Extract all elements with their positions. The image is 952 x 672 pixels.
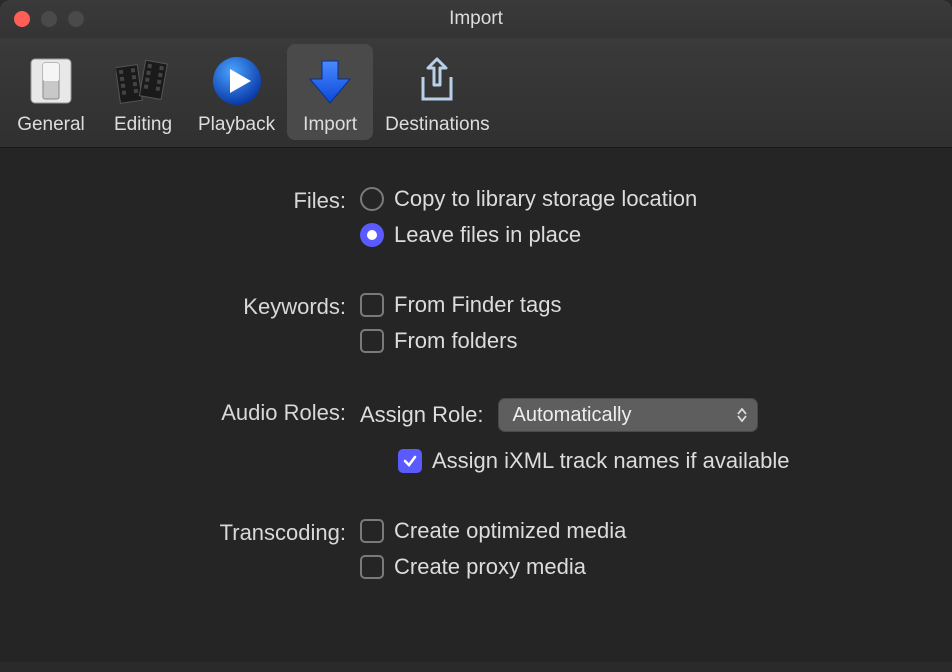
audio-roles-section: Audio Roles: Assign Role: Automatically …	[40, 398, 912, 474]
files-section: Files: Copy to library storage location …	[40, 186, 912, 248]
checkbox-assign-ixml[interactable]: Assign iXML track names if available	[398, 448, 789, 474]
switch-icon	[20, 50, 82, 112]
window-title: Import	[449, 8, 503, 30]
filmstrip-icon	[112, 50, 174, 112]
checkbox-from-finder-tags[interactable]: From Finder tags	[360, 292, 562, 318]
checkbox-icon	[360, 519, 384, 543]
option-label: Create proxy media	[394, 554, 586, 580]
import-settings-pane: Files: Copy to library storage location …	[0, 148, 952, 662]
tab-label: Playback	[198, 114, 275, 136]
assign-role-label: Assign Role:	[360, 402, 484, 428]
radio-leave-in-place[interactable]: Leave files in place	[360, 222, 697, 248]
checkbox-from-folders[interactable]: From folders	[360, 328, 562, 354]
chevron-up-down-icon	[737, 408, 747, 422]
checkbox-icon	[360, 329, 384, 353]
option-label: From folders	[394, 328, 517, 354]
checkbox-icon	[398, 449, 422, 473]
tab-destinations[interactable]: Destinations	[379, 44, 496, 140]
select-value: Automatically	[513, 404, 632, 427]
close-window-button[interactable]	[14, 11, 30, 27]
titlebar: Import	[0, 0, 952, 38]
audio-roles-label: Audio Roles:	[40, 398, 360, 426]
tab-label: Editing	[114, 114, 172, 136]
checkbox-icon	[360, 555, 384, 579]
keywords-label: Keywords:	[40, 292, 360, 320]
traffic-lights	[14, 11, 84, 27]
option-label: Create optimized media	[394, 518, 626, 544]
files-label: Files:	[40, 186, 360, 214]
checkbox-create-optimized[interactable]: Create optimized media	[360, 518, 626, 544]
transcoding-label: Transcoding:	[40, 518, 360, 546]
tab-label: Destinations	[385, 114, 490, 136]
import-arrow-icon	[299, 50, 361, 112]
share-icon	[406, 50, 468, 112]
transcoding-section: Transcoding: Create optimized media Crea…	[40, 518, 912, 580]
option-label: Leave files in place	[394, 222, 581, 248]
option-label: From Finder tags	[394, 292, 562, 318]
option-label: Copy to library storage location	[394, 186, 697, 212]
preferences-toolbar: General Editing	[0, 38, 952, 148]
play-icon	[206, 50, 268, 112]
tab-playback[interactable]: Playback	[192, 44, 281, 140]
checkbox-create-proxy[interactable]: Create proxy media	[360, 554, 626, 580]
tab-label: General	[17, 114, 85, 136]
radio-icon	[360, 187, 384, 211]
radio-copy-to-library[interactable]: Copy to library storage location	[360, 186, 697, 212]
assign-role-select[interactable]: Automatically	[498, 398, 758, 432]
keywords-section: Keywords: From Finder tags From folders	[40, 292, 912, 354]
tab-editing[interactable]: Editing	[100, 44, 186, 140]
tab-import[interactable]: Import	[287, 44, 373, 140]
option-label: Assign iXML track names if available	[432, 448, 789, 474]
minimize-window-button[interactable]	[41, 11, 57, 27]
radio-icon	[360, 223, 384, 247]
zoom-window-button[interactable]	[68, 11, 84, 27]
checkbox-icon	[360, 293, 384, 317]
tab-label: Import	[303, 114, 357, 136]
tab-general[interactable]: General	[8, 44, 94, 140]
